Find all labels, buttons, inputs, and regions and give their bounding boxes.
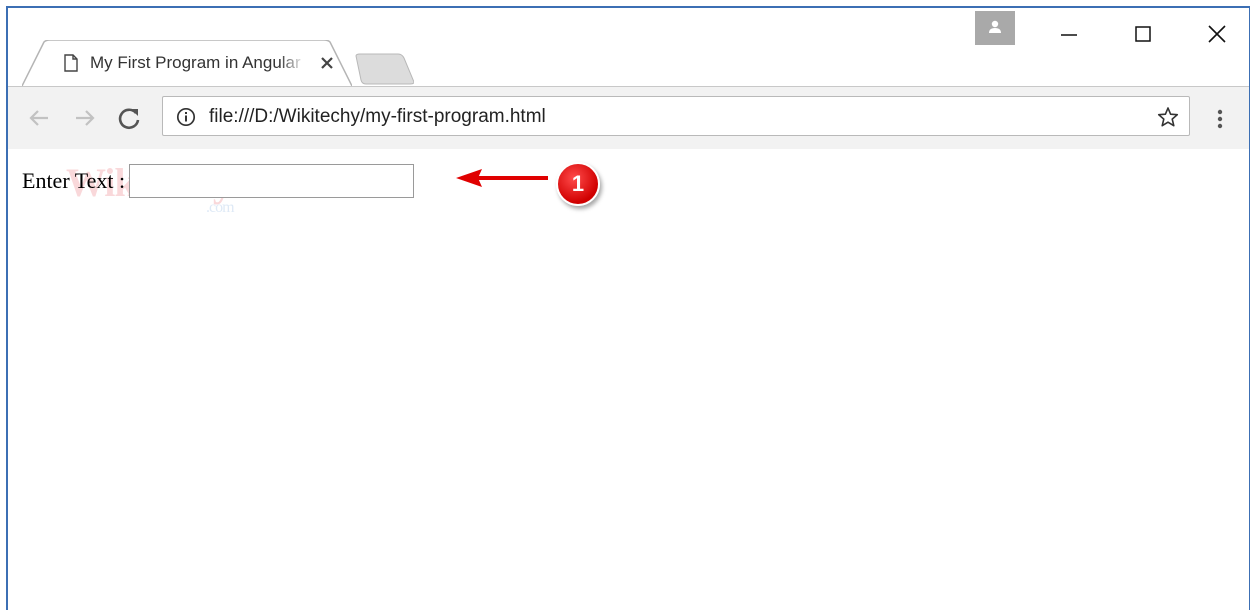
info-icon[interactable] xyxy=(176,107,196,132)
back-arrow-icon[interactable] xyxy=(24,103,54,133)
watermark-domain: .com xyxy=(206,199,235,216)
text-input[interactable] xyxy=(129,164,415,198)
annotation-badge: 1 xyxy=(556,162,600,206)
star-icon[interactable] xyxy=(1157,106,1179,133)
address-bar[interactable]: file:///D:/Wikitechy/my-first-program.ht… xyxy=(162,96,1190,136)
page-icon xyxy=(64,54,78,77)
reload-icon[interactable] xyxy=(114,103,144,133)
close-icon[interactable] xyxy=(318,54,336,72)
tab-active[interactable]: My First Program in Angular xyxy=(22,40,352,86)
enter-text-label: Enter Text : xyxy=(22,168,126,193)
browser-window: My First Program in Angular file:///D:/W… xyxy=(6,6,1250,610)
annotation-arrow-icon xyxy=(456,169,548,187)
profile-icon[interactable] xyxy=(975,11,1015,45)
close-window-icon[interactable] xyxy=(1196,18,1236,48)
maximize-icon[interactable] xyxy=(1122,18,1162,48)
minimize-icon[interactable] xyxy=(1048,18,1088,48)
page-content: Wikitechy .com Enter Text : 1 xyxy=(8,149,1249,610)
tab-title: My First Program in Angular xyxy=(90,53,301,72)
title-bar: My First Program in Angular xyxy=(8,8,1249,86)
text-input-row: Enter Text : xyxy=(22,164,415,198)
browser-toolbar: file:///D:/Wikitechy/my-first-program.ht… xyxy=(8,86,1249,150)
url-text[interactable]: file:///D:/Wikitechy/my-first-program.ht… xyxy=(209,106,546,128)
forward-arrow-icon[interactable] xyxy=(70,103,100,133)
more-vert-icon[interactable] xyxy=(1208,105,1232,135)
